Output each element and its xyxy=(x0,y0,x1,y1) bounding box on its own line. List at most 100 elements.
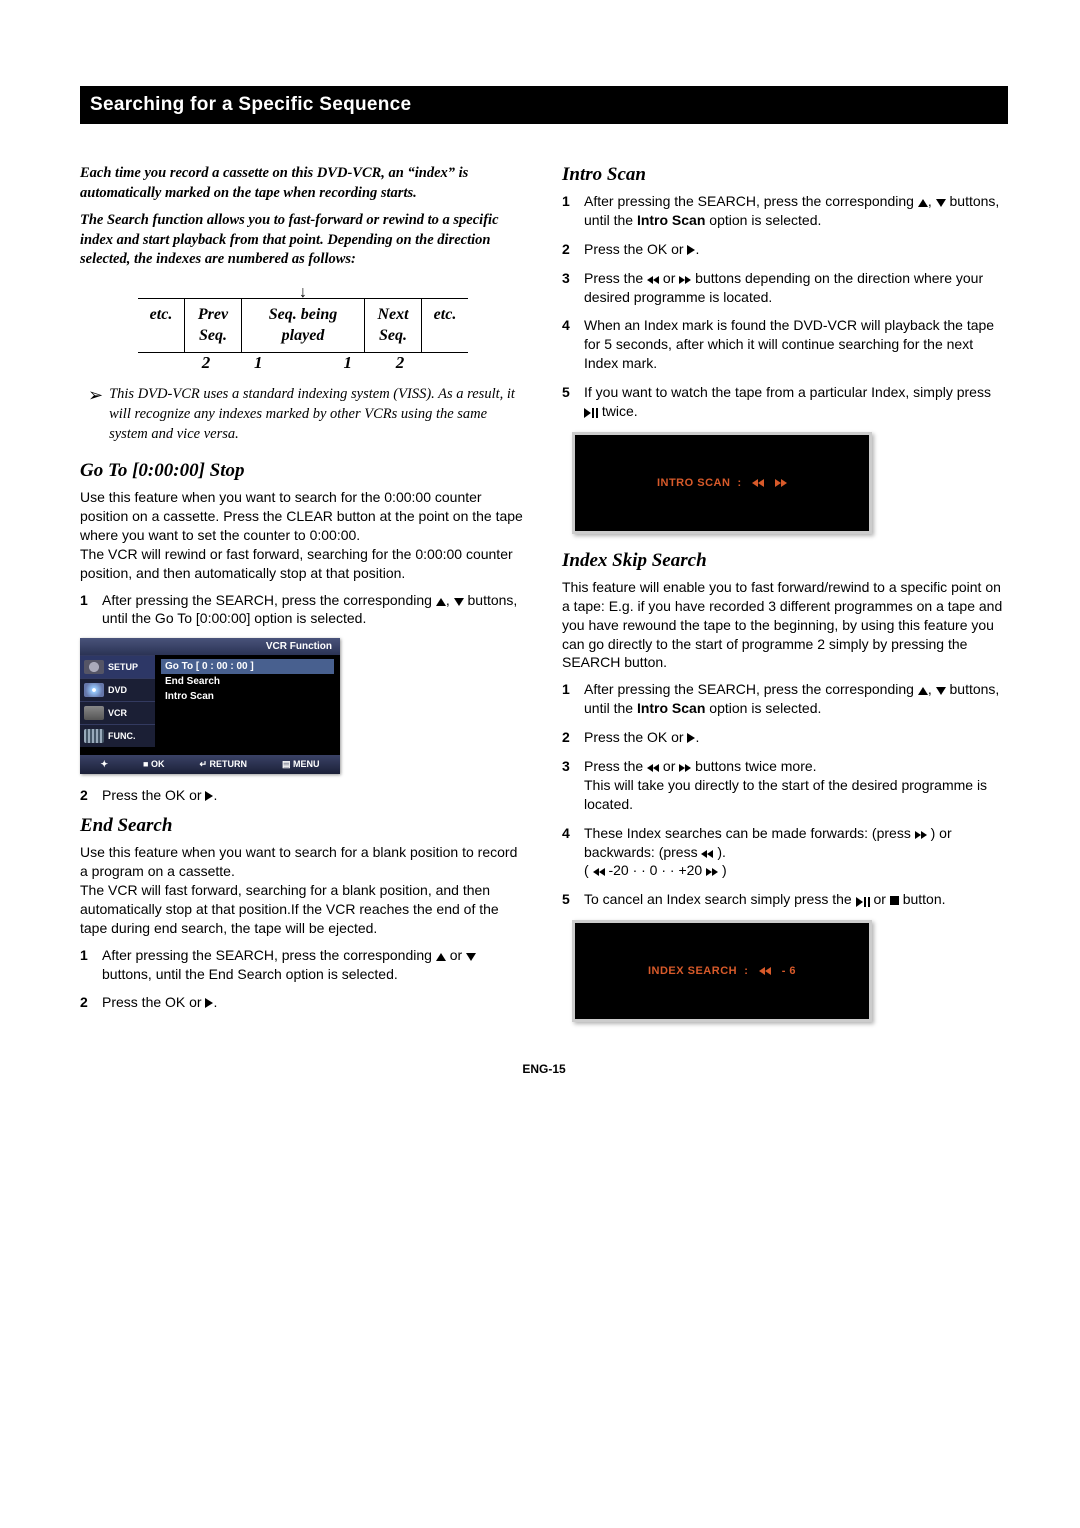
press-ok-text: Press the OK or xyxy=(102,787,205,803)
up-icon xyxy=(918,199,928,207)
goto-steps: After pressing the SEARCH, press the cor… xyxy=(80,591,526,629)
goto-step-2: Press the OK or . xyxy=(80,786,526,805)
osd-index-search-value: - 6 xyxy=(782,965,796,977)
period: . xyxy=(213,787,217,803)
or-text: or xyxy=(450,947,466,963)
diagram-cell-next: NextSeq. xyxy=(364,299,421,353)
osd-return: ↵ RETURN xyxy=(199,759,247,770)
or-text: or xyxy=(663,758,679,774)
ffwd-icon-2 xyxy=(921,831,927,839)
play-pause-icon xyxy=(584,403,598,422)
heading-end-search: End Search xyxy=(80,815,526,837)
osd-tab-setup-label: SETUP xyxy=(108,662,138,672)
index-skip-step-2: Press the OK or . xyxy=(562,728,1008,747)
end-search-step1a: After pressing the SEARCH, press the cor… xyxy=(102,947,436,963)
osd-item-intro-scan: Intro Scan xyxy=(161,689,334,704)
goto-step-2-list: Press the OK or . xyxy=(80,786,526,805)
diagram-cell-prev: PrevSeq. xyxy=(184,299,241,353)
intro-scan-step-4: When an Index mark is found the DVD-VCR … xyxy=(562,316,1008,373)
osd-menu-btn: ▤ MENU xyxy=(282,759,320,770)
intro-scan-steps: After pressing the SEARCH, press the cor… xyxy=(562,192,1008,422)
iss-step5b: button. xyxy=(903,891,946,907)
index-skip-step-4: These Index searches can be made forward… xyxy=(562,824,1008,881)
osd-rewind-icon-2 xyxy=(765,967,771,975)
osd-tab-dvd-label: DVD xyxy=(108,685,127,695)
diagram-cell-etc-left: etc. xyxy=(138,299,184,353)
osd-tab-setup: SETUP xyxy=(80,655,155,678)
down-icon xyxy=(466,953,476,961)
index-skip-step-3: Press the or buttons twice more.This wil… xyxy=(562,757,1008,814)
osd-item-end-search: End Search xyxy=(161,674,334,689)
intro-paragraph-2: The Search function allows you to fast-f… xyxy=(80,211,526,270)
down-icon xyxy=(936,687,946,695)
press-ok-text-2: Press the OK or xyxy=(102,994,205,1010)
osd-tab-vcr: VCR xyxy=(80,701,155,724)
play-pause-icon xyxy=(856,891,870,910)
intro-scan-step-5: If you want to watch the tape from a par… xyxy=(562,383,1008,422)
ffwd-icon-2 xyxy=(685,276,691,284)
osd-tab-func: FUNC. xyxy=(80,724,155,747)
index-diagram: ↓ etc. PrevSeq. Seq. beingplayed NextSeq… xyxy=(138,284,468,374)
intro-paragraph-1: Each time you record a cassette on this … xyxy=(80,164,526,203)
page-title: Searching for a Specific Sequence xyxy=(80,86,1008,124)
diagram-num-inner-left: 1 xyxy=(254,353,263,373)
end-search-step-2: Press the OK or . xyxy=(80,993,526,1012)
up-icon xyxy=(918,687,928,695)
index-skip-step-1: After pressing the SEARCH, press the cor… xyxy=(562,680,1008,718)
period: . xyxy=(213,994,217,1010)
iss-step1c: option is selected. xyxy=(709,700,821,716)
press-ok-text-3: Press the OK or xyxy=(584,241,687,257)
rewind-icon-2 xyxy=(653,764,659,772)
press-ok-text-4: Press the OK or xyxy=(584,729,687,745)
is-step1c: option is selected. xyxy=(709,212,821,228)
osd-tab-func-label: FUNC. xyxy=(108,731,136,741)
osd-item-goto: Go To [ 0 : 00 : 00 ] xyxy=(161,659,334,674)
content-columns: Each time you record a cassette on this … xyxy=(80,164,1008,1038)
osd-index-search-text: INDEX SEARCH xyxy=(648,965,737,977)
or-text: or xyxy=(663,270,679,286)
rewind-icon-2 xyxy=(707,850,713,858)
osd-tab-vcr-label: VCR xyxy=(108,708,127,718)
end-search-steps: After pressing the SEARCH, press the cor… xyxy=(80,946,526,1013)
is-step1-bold: Intro Scan xyxy=(637,212,705,228)
down-icon xyxy=(454,598,464,606)
diagram-num-1: 2 xyxy=(180,353,232,373)
rewind-icon-2 xyxy=(653,276,659,284)
iss-scale: -20 · · 0 · · +20 xyxy=(608,862,706,878)
up-icon xyxy=(436,598,446,606)
index-skip-steps: After pressing the SEARCH, press the cor… xyxy=(562,680,1008,910)
diagram-cell-etc-right: etc. xyxy=(421,299,468,353)
viss-note: ➢ This DVD-VCR uses a standard indexing … xyxy=(88,385,526,444)
intro-scan-step-2: Press the OK or . xyxy=(562,240,1008,259)
index-skip-paragraph: This feature will enable you to fast for… xyxy=(562,578,1008,672)
osd-footer: ✦ ■ OK ↵ RETURN ▤ MENU xyxy=(80,755,340,774)
iss-step1-bold: Intro Scan xyxy=(637,700,705,716)
heading-goto: Go To [0:00:00] Stop xyxy=(80,460,526,482)
goto-step-1a: After pressing the SEARCH, press the cor… xyxy=(102,592,436,608)
down-icon xyxy=(936,199,946,207)
osd-rewind-icon-2 xyxy=(758,479,764,487)
diagram-num-4: 2 xyxy=(374,353,426,373)
osd-header: VCR Function xyxy=(80,638,340,655)
end-search-step-1: After pressing the SEARCH, press the cor… xyxy=(80,946,526,984)
disc-icon xyxy=(84,683,104,697)
osd-ffwd-icon-2 xyxy=(781,479,787,487)
osd-vcr-function-menu: VCR Function SETUP DVD VCR FUNC. Go To [… xyxy=(80,638,340,774)
heading-intro-scan: Intro Scan xyxy=(562,164,1008,186)
osd-intro-scan-text: INTRO SCAN xyxy=(657,477,730,489)
right-column: Intro Scan After pressing the SEARCH, pr… xyxy=(562,164,1008,1038)
comma: , xyxy=(446,592,454,608)
end-search-paragraph: Use this feature when you want to search… xyxy=(80,843,526,937)
left-column: Each time you record a cassette on this … xyxy=(80,164,526,1038)
iss-step4a: These Index searches can be made forward… xyxy=(584,825,915,841)
goto-paragraph: Use this feature when you want to search… xyxy=(80,488,526,582)
rewind-icon-2 xyxy=(599,868,605,876)
page-footer: ENG-15 xyxy=(80,1062,1008,1076)
osd-tab-dvd: DVD xyxy=(80,678,155,701)
diagram-num-5 xyxy=(426,353,468,373)
osd-intro-scan-display: INTRO SCAN : xyxy=(572,432,872,534)
is-step1a: After pressing the SEARCH, press the cor… xyxy=(584,193,918,209)
is-step5b: twice. xyxy=(602,403,638,419)
scale-close: ) xyxy=(722,862,727,878)
diagram-num-0 xyxy=(138,353,180,373)
